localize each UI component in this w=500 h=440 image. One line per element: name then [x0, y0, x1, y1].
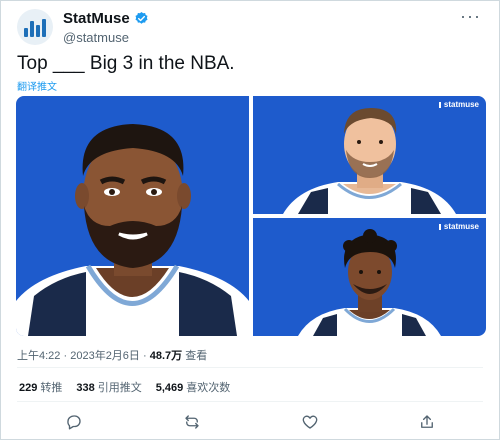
player-portrait-large: [16, 124, 249, 336]
translate-link[interactable]: 翻译推文: [17, 78, 57, 93]
retweet-icon[interactable]: [183, 413, 203, 433]
stat-label: 引用推文: [97, 382, 142, 394]
player-image-top-right[interactable]: statmuse: [253, 96, 486, 214]
quotes-stat[interactable]: 338 引用推文: [76, 379, 141, 395]
tweet-date[interactable]: 2023年2月6日: [70, 350, 140, 362]
views-count: 48.7万: [149, 350, 183, 362]
stat-value: 229: [19, 382, 38, 394]
logo-bar: [36, 25, 40, 37]
avatar[interactable]: [17, 9, 53, 45]
verified-badge-icon: [135, 11, 148, 24]
logo-bar: [30, 21, 34, 37]
retweets-stat[interactable]: 229 转推: [19, 379, 62, 395]
reply-icon[interactable]: [65, 413, 85, 433]
statmuse-watermark: statmuse: [438, 100, 479, 109]
author-name[interactable]: StatMuse: [63, 10, 130, 27]
author-handle[interactable]: @statmuse: [63, 30, 149, 45]
tweet-time[interactable]: 上午4:22: [17, 350, 60, 362]
stat-value: 5,469: [155, 382, 184, 394]
action-bar: [1, 413, 500, 433]
engagement-stats: 229 转推 338 引用推文 5,469 喜欢次数: [19, 379, 230, 395]
watermark-text: statmuse: [443, 222, 479, 231]
like-icon[interactable]: [301, 413, 321, 433]
player-image-large[interactable]: [16, 96, 249, 336]
watermark-text: statmuse: [443, 100, 479, 109]
statmuse-watermark: statmuse: [438, 222, 479, 231]
share-icon[interactable]: [418, 413, 438, 433]
stat-label: 转推: [40, 382, 63, 394]
likes-stat[interactable]: 5,469 喜欢次数: [156, 379, 231, 395]
divider: [17, 367, 483, 368]
logo-bar: [24, 28, 28, 37]
meta-separator: ·: [143, 350, 150, 362]
more-options-icon[interactable]: ···: [460, 7, 481, 25]
divider: [17, 401, 483, 402]
player-portrait-top-right: [283, 108, 456, 214]
author-block: StatMuse @statmuse: [63, 10, 149, 45]
views-label: 查看: [185, 350, 208, 362]
tweet-text: Top ___ Big 3 in the NBA.: [17, 53, 235, 74]
stat-label: 喜欢次数: [186, 382, 231, 394]
logo-bar: [42, 19, 46, 37]
tweet-meta: 上午4:22 · 2023年2月6日 · 48.7万 查看: [17, 347, 207, 363]
player-portrait-bottom-right: [298, 229, 441, 336]
player-image-bottom-right[interactable]: statmuse: [253, 218, 486, 336]
media-grid[interactable]: statmuse statmuse: [16, 96, 486, 336]
stat-value: 338: [76, 382, 95, 394]
tweet-card: StatMuse @statmuse ··· Top ___ Big 3 in …: [0, 0, 500, 440]
